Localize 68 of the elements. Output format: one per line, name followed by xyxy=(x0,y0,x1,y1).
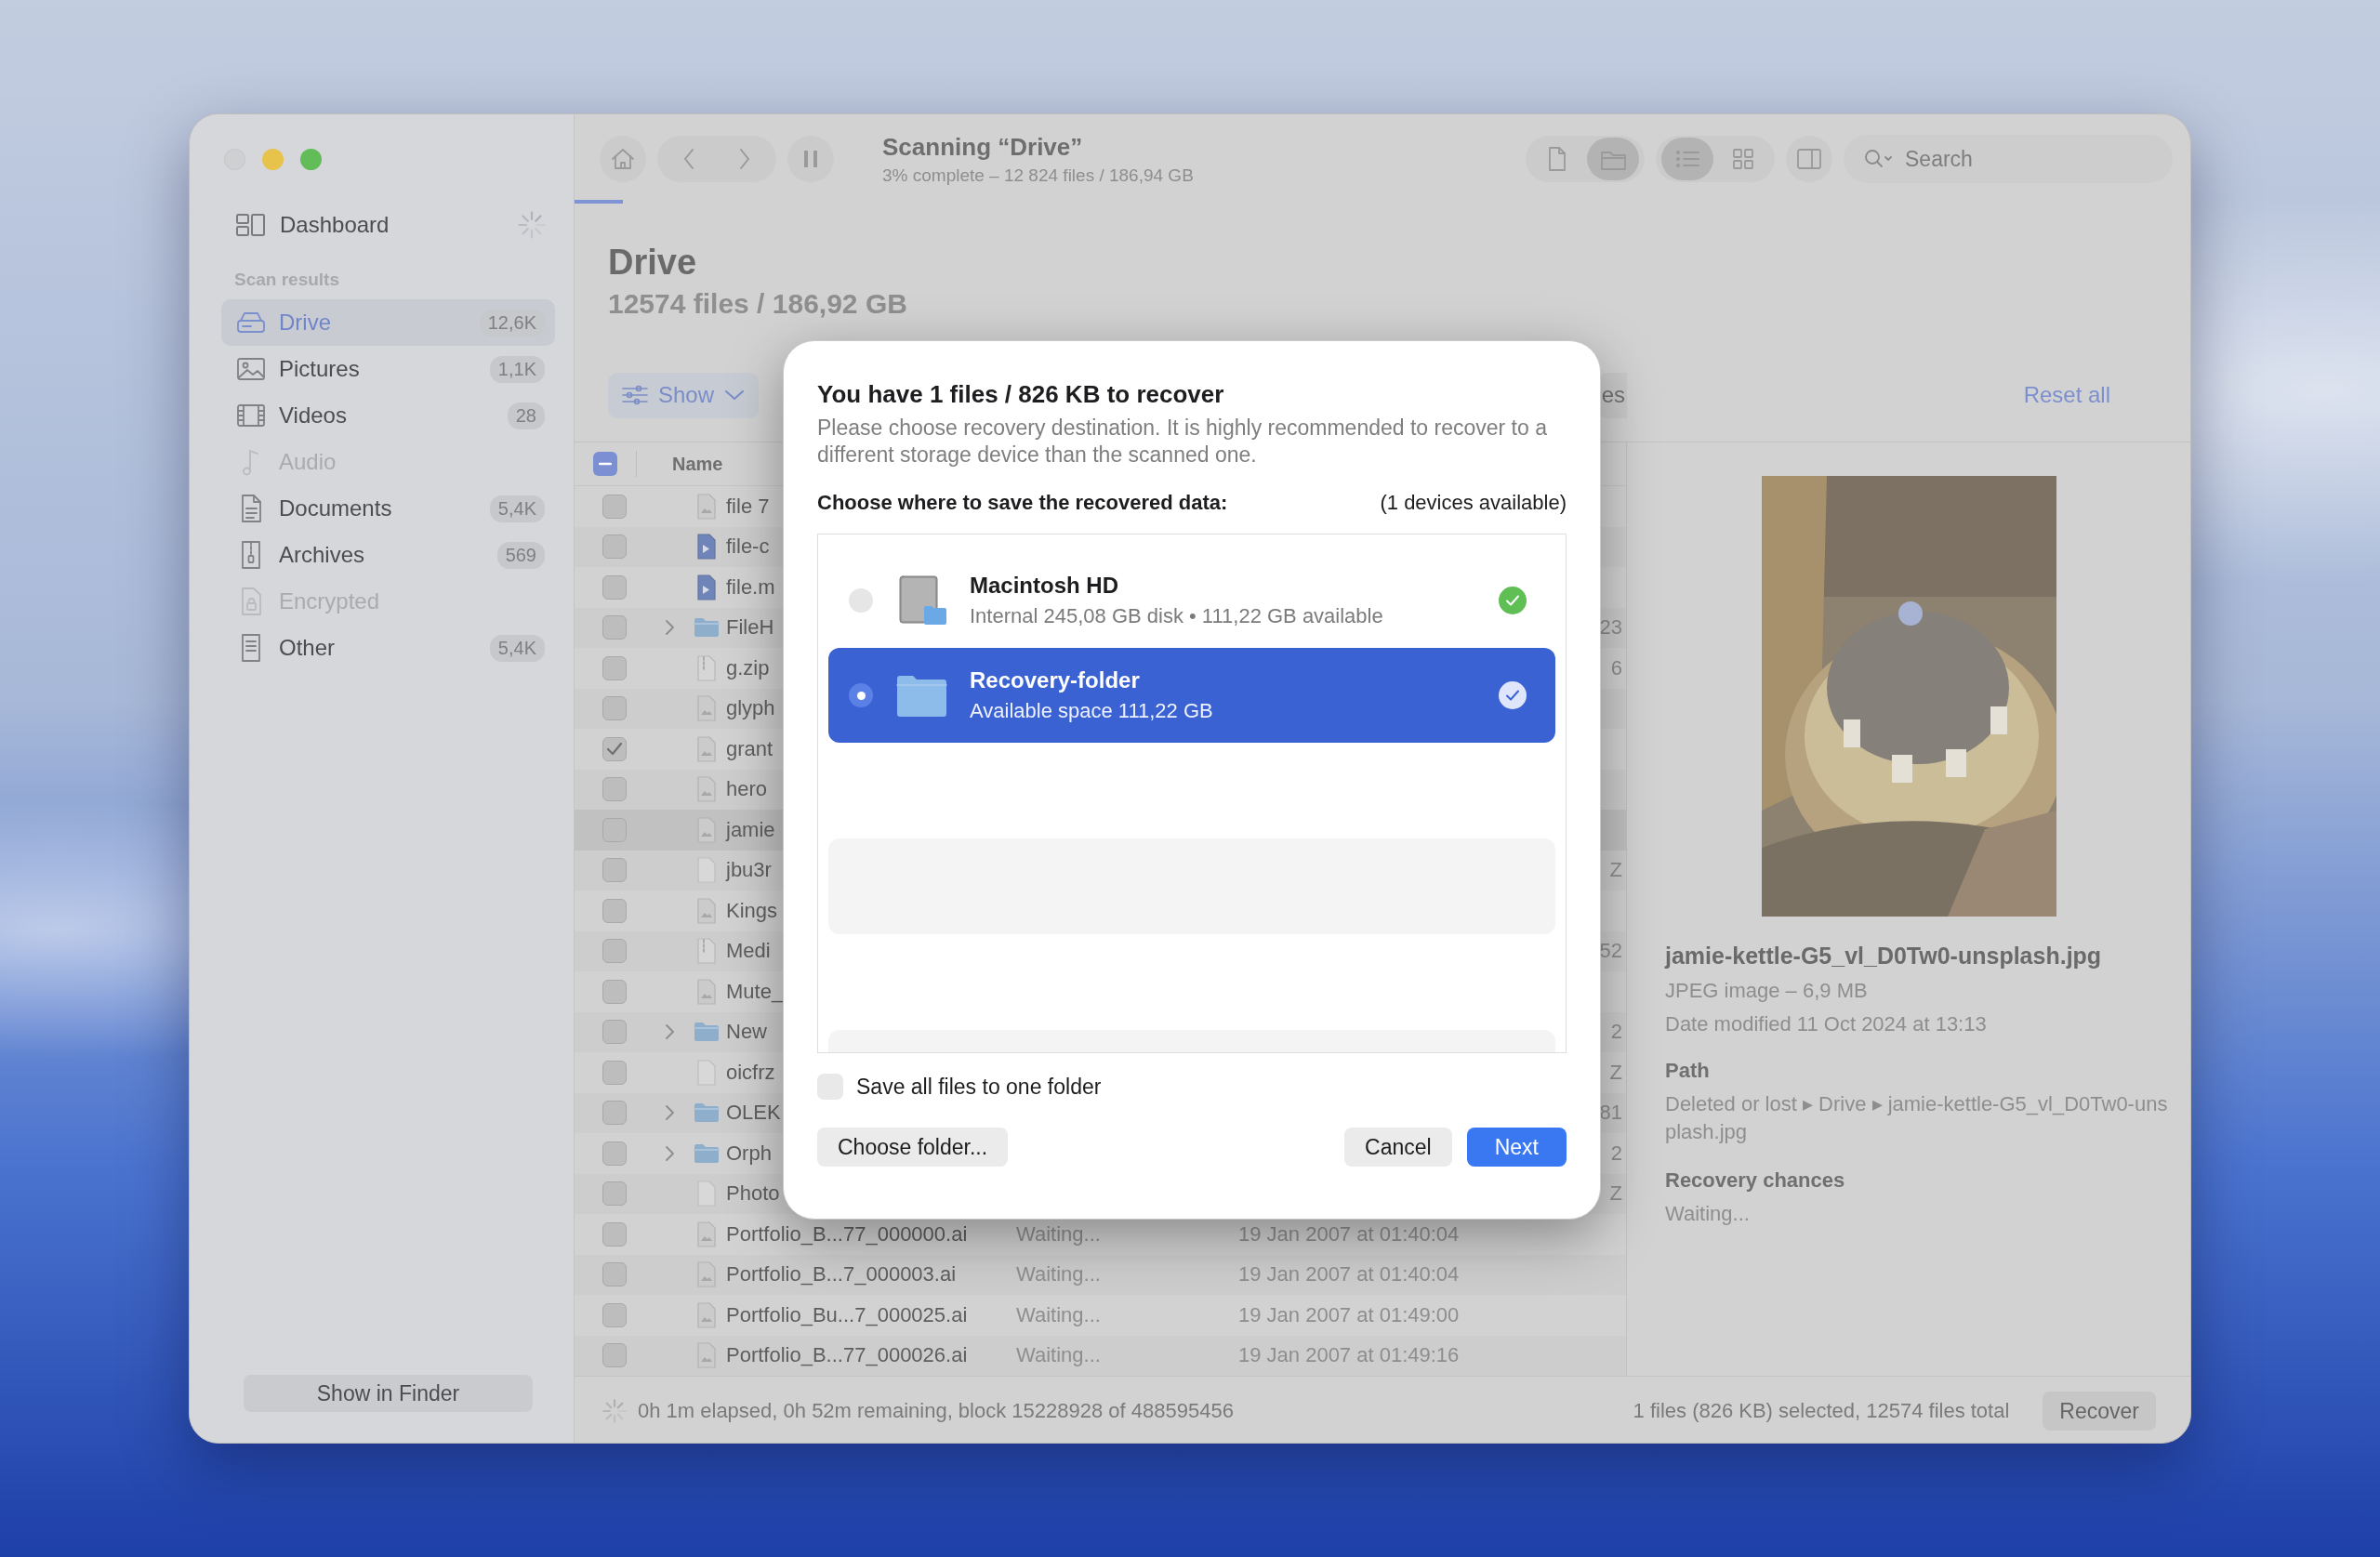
file-name: Orph xyxy=(726,1141,772,1166)
file-name: jamie-kettle-G5_vl_D0Tw0-unsplash.jpg xyxy=(1665,943,2103,970)
file-name: Mute_ xyxy=(726,979,784,1004)
recovery-status: Waiting... xyxy=(1016,1343,1101,1368)
file-name: file 7 xyxy=(726,494,770,519)
column-header: Name xyxy=(672,453,723,475)
date-modified: Date modified 11 Oct 2024 at 13:13 xyxy=(1665,1012,1988,1036)
file-count: 5,4K xyxy=(489,495,545,522)
file-name: file-c xyxy=(726,534,770,560)
scan-progress-text: 3% complete – 12 824 files / 186,94 GB xyxy=(882,165,1195,186)
recovery-chances-label: Recovery chances xyxy=(1665,1168,1846,1193)
date-modified: 19 Jan 2007 at 01:49:16 xyxy=(1238,1343,1460,1368)
dialog-description: Please choose recovery destination. It is highly recommended to recover to a different storage device than the scanned one. xyxy=(817,415,1548,468)
file-count: 28 xyxy=(507,402,545,429)
table-cell: 2 xyxy=(1610,1020,1622,1045)
page-heading: Drive xyxy=(607,242,698,283)
file-name: Portfolio_B...7_000003.ai xyxy=(726,1262,957,1287)
scan-summary: 12574 files / 186,92 GB xyxy=(607,287,908,320)
selection-summary: 1 files (826 KB) selected, 12574 files total xyxy=(1633,1399,2010,1423)
file-name: jbu3r xyxy=(726,858,772,883)
file-name: Medi xyxy=(726,939,771,964)
file-name: g.zip xyxy=(726,655,770,680)
dialog-title: You have 1 files / 826 KB to recover xyxy=(817,380,1225,409)
devices-available: (1 devices available) xyxy=(1380,491,1567,515)
file-count: 1,1K xyxy=(489,355,545,383)
recovery-status: Waiting... xyxy=(1016,1262,1101,1287)
file-name: grant xyxy=(726,736,774,761)
file-name: file.m xyxy=(726,574,775,600)
file-type: JPEG image – 6,9 MB xyxy=(1665,979,1869,1003)
file-name: Portfolio_B...77_000026.ai xyxy=(726,1343,968,1368)
table-cell: 52 xyxy=(1599,939,1622,964)
file-name: New xyxy=(726,1020,767,1045)
path-label: Path xyxy=(1665,1059,1711,1083)
file-name: jamie xyxy=(726,817,775,842)
destination-name: Macintosh HD xyxy=(970,573,1119,599)
file-count: 569 xyxy=(496,541,545,569)
table-cell: 23 xyxy=(1599,615,1622,640)
date-modified: 19 Jan 2007 at 01:40:04 xyxy=(1238,1262,1460,1287)
destination-details: Available space 111,22 GB xyxy=(970,699,1214,723)
checkbox-label: Save all files to one folder xyxy=(856,1074,1102,1100)
file-name: Portfolio_B...77_000000.ai xyxy=(726,1221,968,1247)
file-name: Photo xyxy=(726,1181,780,1207)
table-cell: 6 xyxy=(1610,655,1622,680)
destination-details: Internal 245,08 GB disk • 111,22 GB available xyxy=(970,604,1384,628)
recovery-status: Waiting... xyxy=(1016,1302,1101,1327)
recovery-chances-value: Waiting... xyxy=(1665,1202,1751,1226)
table-cell: 2 xyxy=(1610,1141,1622,1166)
table-cell: Z xyxy=(1609,858,1622,883)
file-name: FileH xyxy=(726,615,774,640)
file-name: hero xyxy=(726,777,768,802)
file-count: 12,6K xyxy=(479,309,545,336)
date-modified: 19 Jan 2007 at 01:49:00 xyxy=(1238,1302,1460,1327)
status-text: 0h 1m elapsed, 0h 52m remaining, block 15228928 of 488595456 xyxy=(638,1399,1234,1423)
file-path: Deleted or lost ▸ Drive ▸ jamie-kettle-G5_vl_D0Tw0-unsplash.jpg xyxy=(1665,1091,2169,1145)
window-title: Scanning “Drive” xyxy=(882,132,1084,162)
destination-prompt: Choose where to save the recovered data: xyxy=(817,491,1228,515)
table-cell: Z xyxy=(1609,1181,1622,1207)
file-name: OLEK xyxy=(726,1101,781,1126)
table-cell: Z xyxy=(1609,1060,1622,1085)
file-name: Kings xyxy=(726,898,778,923)
table-cell: 81 xyxy=(1599,1101,1622,1126)
recovery-status: Waiting... xyxy=(1016,1221,1101,1247)
date-modified: 19 Jan 2007 at 01:40:04 xyxy=(1238,1221,1460,1247)
destination-name: Recovery-folder xyxy=(970,667,1141,693)
file-count: 5,4K xyxy=(489,634,545,662)
file-name: glyph xyxy=(726,696,775,721)
file-name: oicfrz xyxy=(726,1060,775,1085)
file-name: Portfolio_Bu...7_000025.ai xyxy=(726,1302,968,1327)
